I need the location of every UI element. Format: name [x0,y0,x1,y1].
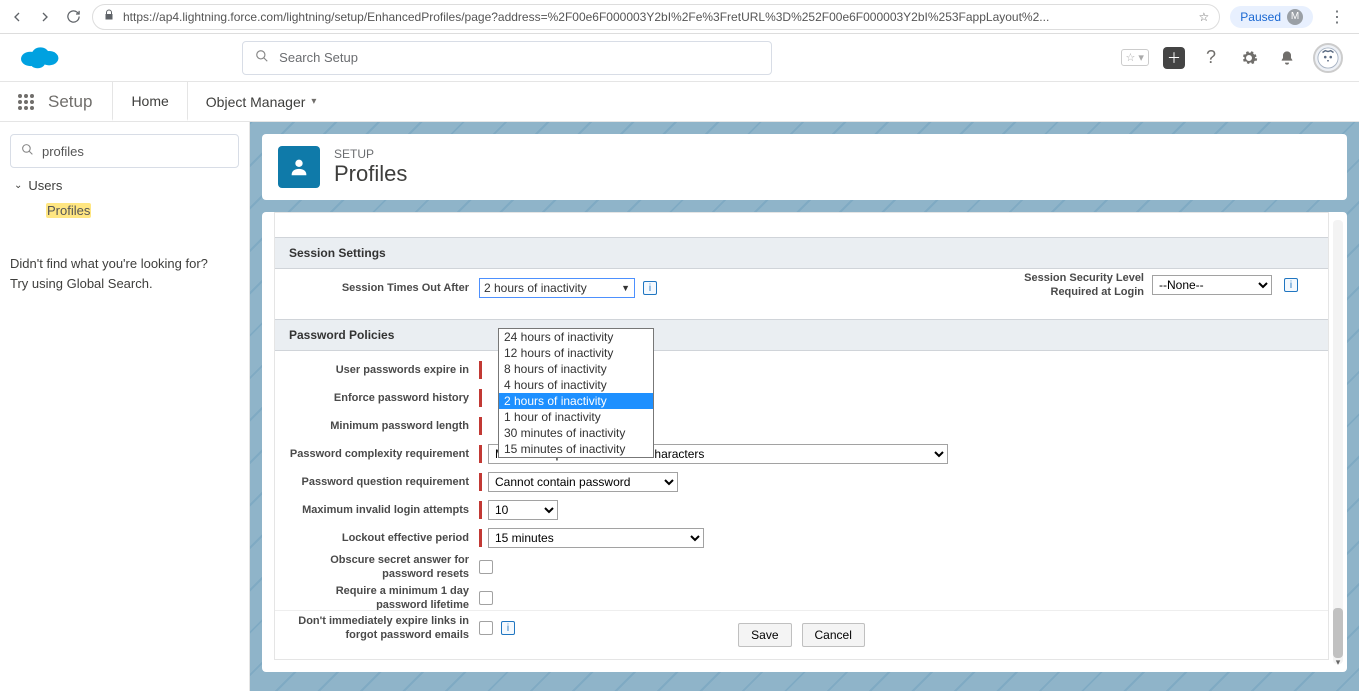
help-icon[interactable]: ? [1199,46,1223,70]
user-avatar[interactable] [1313,43,1343,73]
timeout-option[interactable]: 4 hours of inactivity [499,377,653,393]
notifications-icon[interactable] [1275,46,1299,70]
session-timeout-value: 2 hours of inactivity [484,281,587,295]
lockout-select[interactable]: 15 minutes [488,528,704,548]
label-min-1day: Require a minimum 1 day password lifetim… [289,584,479,613]
context-bar: Setup Home Object Manager ▾ [0,82,1359,122]
timeout-option[interactable]: 8 hours of inactivity [499,361,653,377]
info-icon[interactable]: i [643,281,657,295]
info-icon[interactable]: i [1284,278,1298,292]
back-button[interactable] [8,8,26,26]
footer-line1: Didn't find what you're looking for? [10,254,239,274]
scroll-thumb[interactable] [1333,608,1343,658]
question-req-select[interactable]: Cannot contain password [488,472,678,492]
url-text: https://ap4.lightning.force.com/lightnin… [123,10,1049,24]
star-icon[interactable]: ☆ [1199,10,1210,24]
sidebar-footer: Didn't find what you're looking for? Try… [10,254,239,293]
tree-item-profiles[interactable]: Profiles [10,197,239,224]
global-search[interactable]: Search Setup [242,41,772,75]
max-invalid-select[interactable]: 10 [488,500,558,520]
label-max-invalid: Maximum invalid login attempts [289,503,479,517]
tab-object-manager-label: Object Manager [206,94,306,110]
chevron-down-icon: ⌄ [14,180,22,191]
section-password-policies: Password Policies [275,319,1328,351]
browser-menu-button[interactable]: ⋮ [1323,7,1351,27]
tab-object-manager[interactable]: Object Manager ▾ [188,82,335,121]
tree-node-users[interactable]: ⌄ Users [10,168,239,197]
profile-paused-chip[interactable]: Paused M [1230,6,1313,28]
tab-home-label: Home [131,93,168,109]
chevron-down-icon: ▼ [621,283,630,293]
required-indicator [479,361,482,379]
scroll-down-icon[interactable]: ▾ [1333,657,1343,667]
label-session-security: Session Security Level Required at Login [984,271,1144,300]
timeout-option[interactable]: 30 minutes of inactivity [499,425,653,441]
required-indicator [479,445,482,463]
required-indicator [479,389,482,407]
required-indicator [479,501,482,519]
timeout-option-selected[interactable]: 2 hours of inactivity [499,393,653,409]
profiles-icon [278,146,320,188]
section-session-settings: Session Settings [275,237,1328,269]
setup-sidebar: profiles ⌄ Users Profiles Didn't find wh… [0,122,250,691]
profile-avatar-mini: M [1287,9,1303,25]
detail-panel: Session Settings Session Times Out After… [262,212,1347,672]
app-name: Setup [48,82,112,121]
forward-button[interactable] [36,8,54,26]
setup-gear-icon[interactable] [1237,46,1261,70]
tree-label-profiles: Profiles [46,203,91,218]
page-title: Profiles [334,161,407,187]
lock-icon [103,9,115,24]
chevron-down-icon: ▾ [311,96,316,107]
form-buttons: Save Cancel [275,610,1328,659]
favorites-button[interactable]: ☆ ▾ [1121,49,1149,66]
label-session-timeout: Session Times Out After [289,281,479,295]
quick-find-input[interactable]: profiles [10,134,239,168]
app-header: Search Setup ☆ ▾ ＋ ? [0,34,1359,82]
timeout-option[interactable]: 24 hours of inactivity [499,329,653,345]
page-eyebrow: SETUP [334,147,407,161]
required-indicator [479,473,482,491]
label-obscure: Obscure secret answer for password reset… [289,553,479,582]
cancel-button[interactable]: Cancel [802,623,865,647]
quick-find-value: profiles [42,144,84,159]
label-passwords-expire: User passwords expire in [289,363,479,377]
scroll-track[interactable] [1333,220,1343,664]
min-1day-checkbox[interactable] [479,591,493,605]
tab-home[interactable]: Home [112,82,187,121]
timeout-option[interactable]: 1 hour of inactivity [499,409,653,425]
session-timeout-select[interactable]: 2 hours of inactivity ▼ [479,278,635,298]
main-canvas: SETUP Profiles Session Settings Session … [250,122,1359,691]
label-enforce-history: Enforce password history [289,391,479,405]
search-icon [21,143,34,159]
search-icon [255,49,269,66]
app-launcher-icon[interactable] [16,82,48,121]
label-min-length: Minimum password length [289,419,479,433]
save-button[interactable]: Save [738,623,791,647]
required-indicator [479,417,482,435]
label-lockout: Lockout effective period [289,531,479,545]
tree-label-users: Users [28,178,62,193]
paused-label: Paused [1240,10,1281,24]
required-indicator [479,529,482,547]
label-complexity: Password complexity requirement [289,447,479,461]
footer-line2: Try using Global Search. [10,274,239,294]
reload-button[interactable] [64,8,82,26]
browser-toolbar: https://ap4.lightning.force.com/lightnin… [0,0,1359,34]
obscure-checkbox[interactable] [479,560,493,574]
salesforce-logo[interactable] [16,40,62,75]
search-placeholder: Search Setup [279,50,358,65]
label-question-req: Password question requirement [289,475,479,489]
timeout-option[interactable]: 15 minutes of inactivity [499,441,653,457]
scrollbar[interactable]: ▴ ▾ [1333,220,1343,664]
session-security-select[interactable]: --None-- [1152,275,1272,295]
address-bar[interactable]: https://ap4.lightning.force.com/lightnin… [92,4,1220,30]
session-timeout-dropdown: 24 hours of inactivity 12 hours of inact… [498,328,654,458]
global-actions-button[interactable]: ＋ [1163,47,1185,69]
page-header: SETUP Profiles [262,134,1347,200]
timeout-option[interactable]: 12 hours of inactivity [499,345,653,361]
